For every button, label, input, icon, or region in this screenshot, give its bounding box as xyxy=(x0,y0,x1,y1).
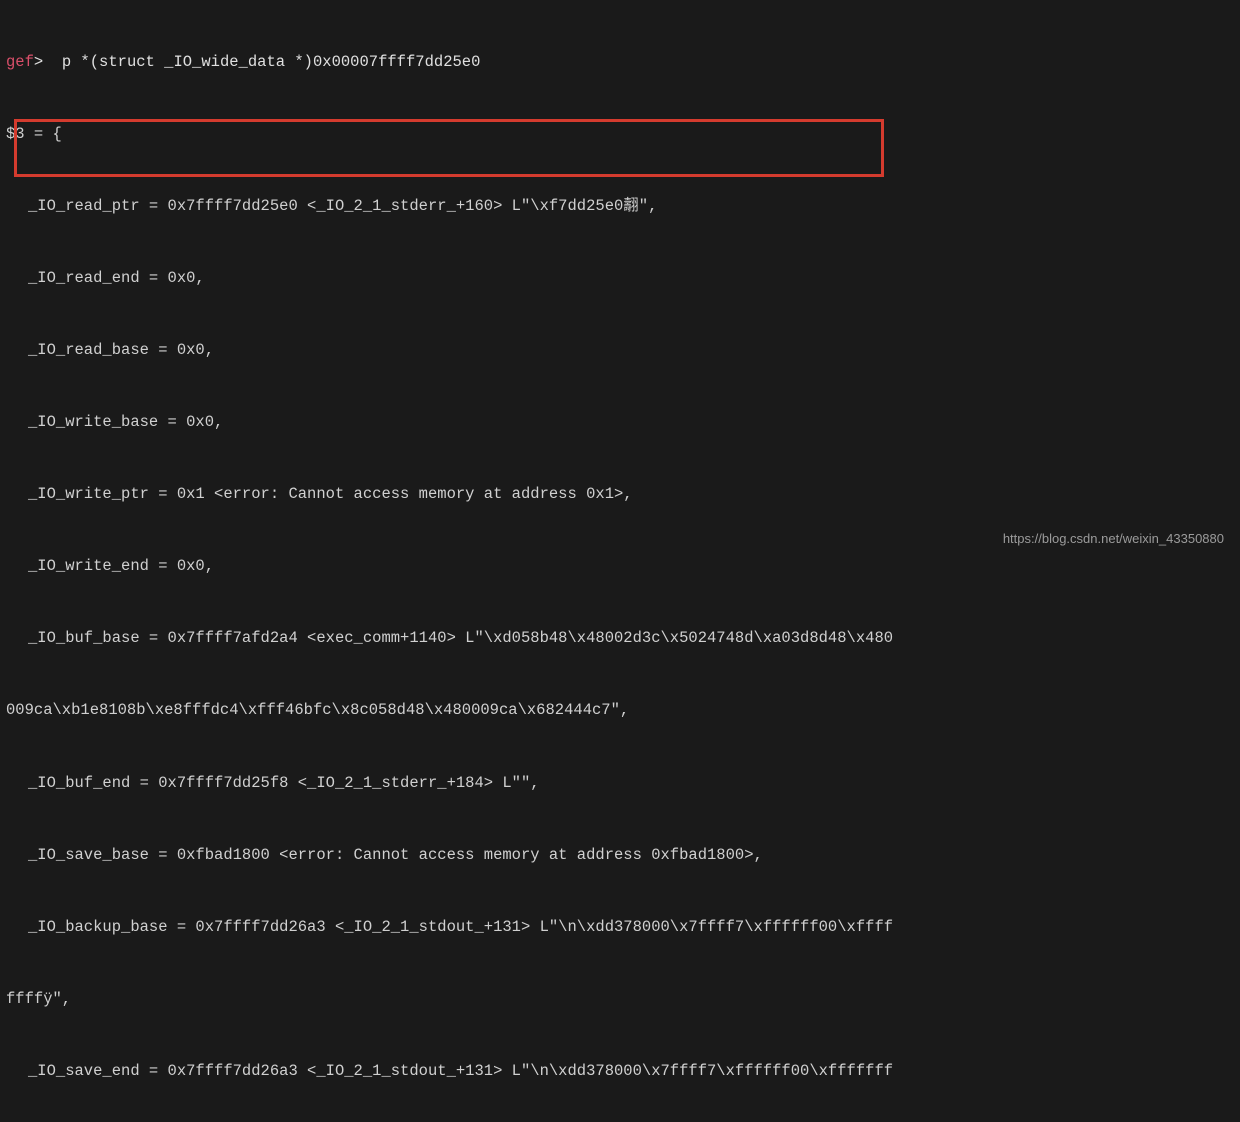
io-buf-base-b: 009ca\xb1e8108b\xe8fffdc4\xfff46bfc\x8c0… xyxy=(0,698,1240,722)
io-buf-end: _IO_buf_end = 0x7ffff7dd25f8 <_IO_2_1_st… xyxy=(0,771,1240,795)
terminal-output: gef> p *(struct _IO_wide_data *)0x00007f… xyxy=(0,2,1240,1122)
io-backup-base-a: _IO_backup_base = 0x7ffff7dd26a3 <_IO_2_… xyxy=(0,915,1240,939)
result-var: $3 = { xyxy=(0,122,1240,146)
io-save-end-a: _IO_save_end = 0x7ffff7dd26a3 <_IO_2_1_s… xyxy=(0,1059,1240,1083)
gef-prompt: gef xyxy=(6,53,34,71)
io-read-end: _IO_read_end = 0x0, xyxy=(0,266,1240,290)
io-backup-base-b: ffffÿ", xyxy=(0,987,1240,1011)
io-buf-base-a: _IO_buf_base = 0x7ffff7afd2a4 <exec_comm… xyxy=(0,626,1240,650)
watermark: https://blog.csdn.net/weixin_43350880 xyxy=(1003,529,1224,549)
io-save-base: _IO_save_base = 0xfbad1800 <error: Canno… xyxy=(0,843,1240,867)
io-read-base: _IO_read_base = 0x0, xyxy=(0,338,1240,362)
prompt-line[interactable]: gef> p *(struct _IO_wide_data *)0x00007f… xyxy=(0,50,1240,74)
io-write-base: _IO_write_base = 0x0, xyxy=(0,410,1240,434)
prompt-arrow: > xyxy=(34,53,43,71)
io-write-end: _IO_write_end = 0x0, xyxy=(0,554,1240,578)
io-write-ptr: _IO_write_ptr = 0x1 <error: Cannot acces… xyxy=(0,482,1240,506)
io-read-ptr: _IO_read_ptr = 0x7ffff7dd25e0 <_IO_2_1_s… xyxy=(0,194,1240,218)
command-text: p *(struct _IO_wide_data *)0x00007ffff7d… xyxy=(62,53,481,71)
